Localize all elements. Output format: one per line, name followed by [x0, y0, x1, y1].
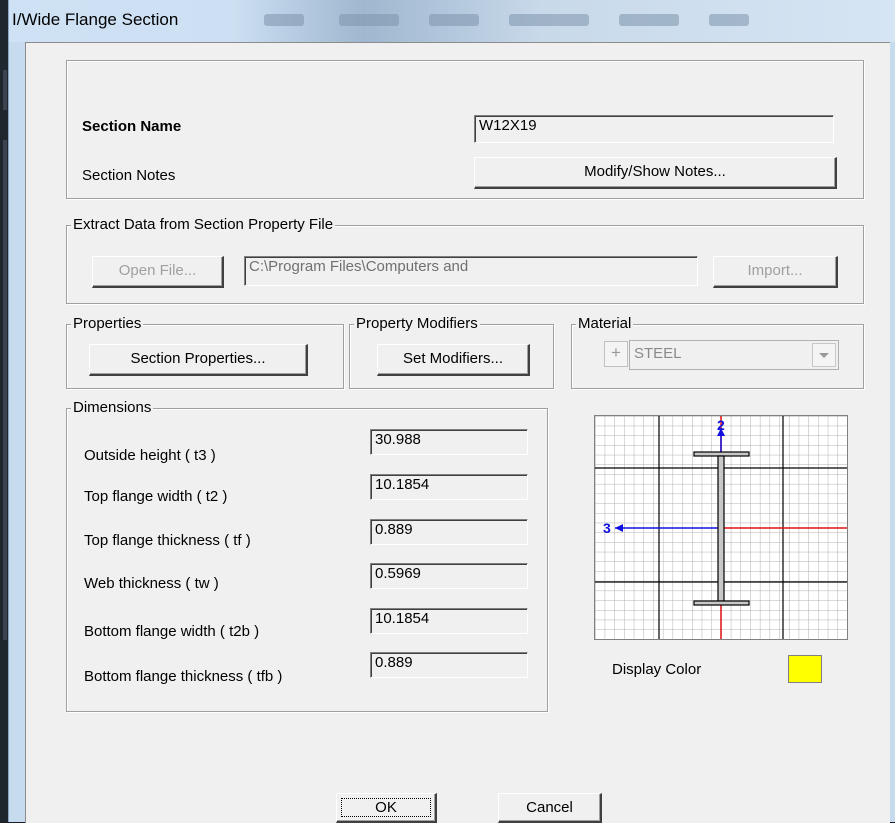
section-notes-label: Section Notes: [82, 167, 176, 184]
section-preview: 2 3: [594, 415, 848, 640]
i-wide-flange-dialog: I/Wide Flange Section Section Name W12X1…: [8, 0, 895, 823]
add-material-button[interactable]: +: [604, 341, 628, 367]
display-color-swatch[interactable]: [788, 655, 822, 683]
outside-height-label: Outside height ( t3 ): [84, 447, 216, 464]
titlebar-blur: [339, 14, 399, 26]
import-button[interactable]: Import...: [713, 256, 838, 288]
set-modifiers-button[interactable]: Set Modifiers...: [377, 344, 530, 376]
section-name-input[interactable]: W12X19: [474, 115, 834, 143]
chevron-down-icon[interactable]: [812, 343, 836, 367]
web-thickness-input[interactable]: 0.5969: [370, 563, 528, 589]
bottom-flange-thickness-label: Bottom flange thickness ( tfb ): [84, 668, 283, 685]
window-title: I/Wide Flange Section: [12, 10, 179, 29]
ok-button[interactable]: OK: [336, 793, 437, 823]
bottom-flange-width-label: Bottom flange width ( t2b ): [84, 623, 260, 640]
material-select[interactable]: STEEL: [629, 340, 839, 370]
wide-flange-diagram: 2 3: [595, 416, 847, 639]
outside-height-input[interactable]: 30.988: [370, 429, 528, 455]
focus-rectangle: [341, 798, 431, 817]
cancel-button[interactable]: Cancel: [498, 793, 602, 823]
material-title: Material: [576, 315, 634, 333]
axis-2-label: 2: [717, 417, 725, 433]
display-color-label: Display Color: [612, 661, 702, 678]
dialog-client-area: Section Name W12X19 Section Notes Modify…: [25, 42, 890, 823]
extract-data-title: Extract Data from Section Property File: [71, 216, 336, 234]
material-selected-value: STEEL: [634, 345, 682, 362]
section-name-label: Section Name: [82, 118, 182, 135]
edge-mark: [3, 140, 7, 640]
axis-3-label: 3: [603, 520, 611, 536]
property-file-path-field[interactable]: C:\Program Files\Computers and: [244, 256, 698, 286]
web-thickness-label: Web thickness ( tw ): [84, 575, 219, 592]
titlebar-blur: [264, 14, 304, 26]
property-modifiers-title: Property Modifiers: [354, 315, 480, 333]
top-flange-width-label: Top flange width ( t2 ): [84, 488, 228, 505]
titlebar-blur: [509, 14, 589, 26]
bottom-flange-width-input[interactable]: 10.1854: [370, 608, 528, 634]
section-properties-button[interactable]: Section Properties...: [89, 344, 308, 376]
properties-title: Properties: [71, 315, 144, 333]
open-file-button[interactable]: Open File...: [92, 256, 224, 288]
top-flange-thickness-input[interactable]: 0.889: [370, 519, 528, 545]
modify-show-notes-button[interactable]: Modify/Show Notes...: [474, 157, 837, 189]
bottom-flange-thickness-input[interactable]: 0.889: [370, 652, 528, 678]
title-bar[interactable]: I/Wide Flange Section: [9, 0, 895, 42]
edge-mark: [3, 70, 7, 110]
top-flange-width-input[interactable]: 10.1854: [370, 474, 528, 500]
top-flange-thickness-label: Top flange thickness ( tf ): [84, 532, 251, 549]
titlebar-blur: [429, 14, 479, 26]
titlebar-blur: [709, 14, 749, 26]
dimensions-title: Dimensions: [71, 399, 154, 417]
titlebar-blur: [619, 14, 679, 26]
